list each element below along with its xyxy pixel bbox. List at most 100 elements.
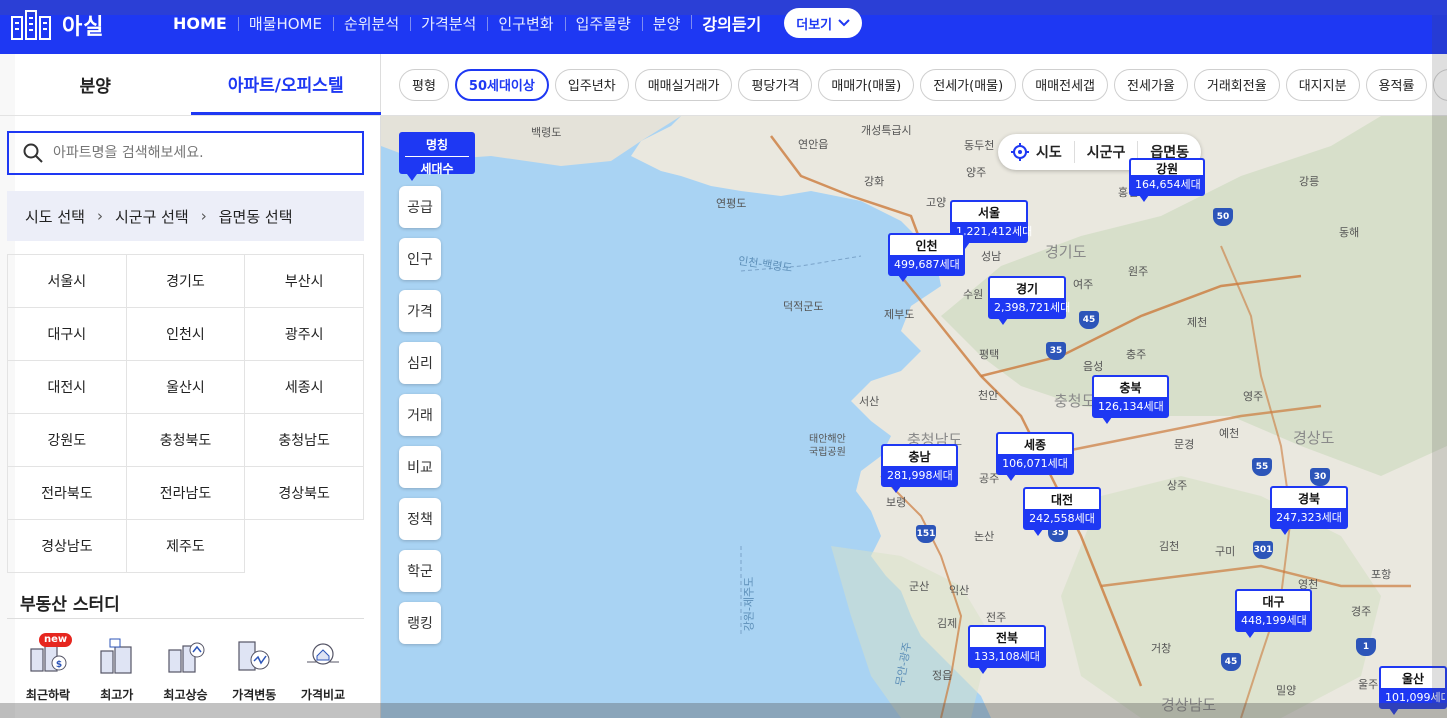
study-price-change[interactable]: 가격변동 (221, 632, 287, 703)
marker-count: 164,654세대 (1131, 175, 1203, 194)
side-button-school[interactable]: 학군 (399, 550, 441, 592)
scrollbar-track[interactable] (1432, 15, 1447, 703)
region-marker[interactable]: 전북 133,108세대 (968, 625, 1046, 674)
filter-chip[interactable]: 평당가격 (738, 68, 813, 101)
horizontal-scrollbar[interactable] (0, 703, 1447, 718)
region-marker[interactable]: 경기 2,398,721세대 (988, 276, 1070, 325)
region-cell[interactable]: 경기도 (126, 255, 246, 308)
region-cell[interactable]: 충청북도 (126, 414, 246, 467)
map-label: 천안 (978, 389, 999, 402)
map-label: 포항 (1371, 568, 1392, 581)
filter-chip[interactable]: 거래회전율 (1193, 68, 1280, 101)
level-sigungu-button[interactable]: 시군구 (1073, 141, 1138, 163)
region-cell[interactable]: 경상남도 (8, 520, 127, 573)
side-button-trade[interactable]: 거래 (399, 394, 441, 436)
side-button-price[interactable]: 가격 (399, 290, 441, 332)
region-marker[interactable]: 충남 281,998세대 (881, 444, 958, 493)
side-button-population[interactable]: 인구 (399, 238, 441, 280)
region-cell[interactable]: 제주도 (126, 520, 246, 573)
side-button-supply[interactable]: 공급 (399, 186, 441, 228)
filter-chip[interactable]: 매매전세갭 (1022, 68, 1109, 101)
study-highest-rise[interactable]: 최고상승 (153, 632, 219, 703)
study-price-compare[interactable]: 가격비교 (290, 632, 356, 703)
nav-population-change[interactable]: 인구변화 (487, 13, 564, 34)
highway-shield-icon: 45 (1221, 653, 1241, 671)
map-area[interactable]: 백령도 연안읍 개성특급시 동두천 양주 강화 고양 연평도 인천-백령도 덕적… (381, 116, 1447, 718)
study-recent-drop[interactable]: new $ 최근하락 (15, 632, 81, 703)
marker-name: 세종 (1023, 438, 1047, 452)
region-cell[interactable]: 서울시 (8, 255, 127, 308)
region-marker[interactable]: 경북 247,323세대 (1270, 486, 1348, 535)
filter-chip[interactable]: 용적률 (1365, 68, 1428, 101)
region-cell[interactable]: 강원도 (8, 414, 127, 467)
nav-lectures[interactable]: 강의듣기 (691, 11, 772, 35)
region-cell[interactable]: 대구시 (8, 308, 127, 361)
region-cell[interactable]: 부산시 (245, 255, 364, 308)
region-cell[interactable]: 울산시 (126, 361, 246, 414)
nav-presale[interactable]: 분양 (641, 13, 692, 34)
study-label: 가격변동 (232, 688, 277, 702)
region-cell[interactable]: 충청남도 (245, 414, 364, 467)
map-label: 제천 (1187, 316, 1208, 329)
map-label: 보령 (886, 496, 907, 509)
filter-chip[interactable]: 매매가(매물) (818, 68, 915, 101)
region-marker[interactable]: 강원 164,654세대 (1129, 158, 1205, 202)
region-step-eupmyeondong[interactable]: 읍면동 선택 (219, 206, 293, 227)
region-cell[interactable]: 광주시 (245, 308, 364, 361)
region-cell[interactable]: 대전시 (8, 361, 127, 414)
level-sido-button[interactable]: 시도 (998, 141, 1074, 163)
top-navigation-bar: 아실 HOME 매물HOME 순위분석 가격분석 인구변화 입주물량 분양 강의… (0, 0, 1447, 54)
nav-home[interactable]: HOME (162, 14, 238, 33)
filter-chip[interactable]: 평형 (399, 68, 449, 101)
map-label: 예천 (1219, 427, 1240, 440)
filter-chip[interactable]: 전세가(매물) (920, 68, 1017, 101)
filter-chip[interactable]: 대지지분 (1285, 68, 1360, 101)
region-cell[interactable]: 세종시 (245, 361, 364, 414)
region-marker[interactable]: 세종 106,071세대 (996, 432, 1074, 481)
nav-move-in-supply[interactable]: 입주물량 (564, 13, 642, 34)
region-marker[interactable]: 대구 448,199세대 (1235, 589, 1312, 638)
side-button-compare[interactable]: 비교 (399, 446, 441, 488)
logo[interactable]: 아실 (10, 6, 104, 44)
region-cell[interactable]: 인천시 (126, 308, 246, 361)
highway-shield-icon: 45 (1079, 311, 1099, 329)
region-cell[interactable]: 경상북도 (245, 467, 364, 520)
region-marker[interactable]: 대전 242,558세대 (1023, 487, 1101, 536)
map-label: 경상도 (1293, 429, 1335, 447)
region-step-sido[interactable]: 시도 선택 (25, 206, 85, 227)
search-input[interactable] (53, 145, 333, 161)
map-label: 구미 (1215, 545, 1236, 558)
region-step-sigungu[interactable]: 시군구 선택 (115, 206, 189, 227)
region-marker[interactable]: 충북 126,134세대 (1092, 375, 1169, 424)
map-label: 고양 (926, 196, 947, 209)
building-logo-icon (11, 10, 51, 40)
map-label: 충주 (1126, 348, 1147, 361)
more-button[interactable]: 더보기 (784, 8, 863, 38)
filter-chip[interactable]: 매매실거래가 (634, 68, 733, 101)
highway-shield-icon: 35 (1046, 342, 1066, 360)
map-label: 서산 (859, 395, 880, 408)
map-label: 태안해안국립공원 (809, 434, 846, 458)
study-highest-price[interactable]: 최고가 (84, 632, 150, 703)
building-chart-icon (234, 632, 274, 680)
side-button-sentiment[interactable]: 심리 (399, 342, 441, 384)
map-label: 양주 (966, 166, 987, 179)
tab-presale[interactable]: 분양 (0, 54, 191, 115)
filter-chip-active[interactable]: 50세대이상 (454, 68, 549, 101)
marker-name: 충남 (908, 450, 931, 464)
side-button-policy[interactable]: 정책 (399, 498, 441, 540)
filter-chip[interactable]: 전세가율 (1114, 68, 1188, 101)
nav-listing-home[interactable]: 매물HOME (237, 13, 333, 34)
side-button-ranking[interactable]: 랭킹 (399, 602, 441, 644)
main-nav: HOME 매물HOME 순위분석 가격분석 인구변화 입주물량 분양 강의듣기 … (162, 0, 863, 46)
tab-apartment-officetel[interactable]: 아파트/오피스텔 (190, 54, 381, 115)
region-cell[interactable]: 전라북도 (8, 467, 127, 520)
nav-price-analysis[interactable]: 가격분석 (410, 13, 487, 34)
marker-count: 499,687세대 (890, 255, 963, 274)
region-marker[interactable]: 인천 499,687세대 (888, 233, 965, 282)
nav-ranking-analysis[interactable]: 순위분석 (332, 13, 410, 34)
region-cell[interactable]: 전라남도 (126, 467, 246, 520)
search-icon[interactable] (23, 143, 43, 163)
map-label: 거창 (1151, 642, 1172, 655)
filter-chip[interactable]: 입주년차 (554, 68, 629, 101)
